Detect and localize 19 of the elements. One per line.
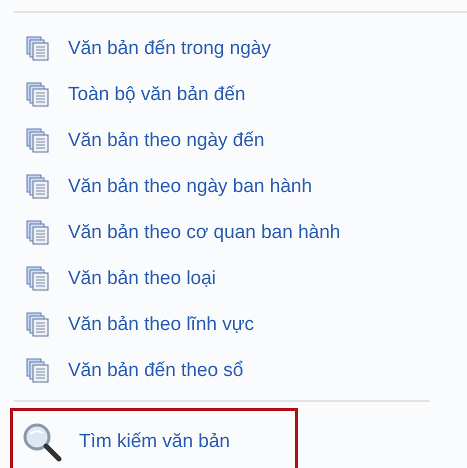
search-link-item[interactable]: Tìm kiếm văn bản <box>10 408 298 468</box>
documents-icon <box>26 82 50 108</box>
documents-icon <box>26 220 50 246</box>
menu-link[interactable]: Văn bản theo lĩnh vực <box>68 314 254 336</box>
documents-icon <box>26 312 50 338</box>
menu-link[interactable]: Văn bản theo loại <box>68 268 216 290</box>
menu-link[interactable]: Toàn bộ văn bản đến <box>68 84 246 106</box>
menu-link[interactable]: Văn bản theo cơ quan ban hành <box>68 222 340 244</box>
menu-link[interactable]: Văn bản đến trong ngày <box>68 38 271 60</box>
documents-icon <box>26 36 50 62</box>
documents-icon <box>26 128 50 154</box>
menu-link[interactable]: Văn bản theo ngày đến <box>68 130 265 152</box>
menu-link[interactable]: Văn bản theo ngày ban hành <box>68 176 312 198</box>
documents-icon <box>26 174 50 200</box>
menu-link[interactable]: Văn bản đến theo sổ <box>68 360 244 382</box>
documents-icon <box>26 266 50 292</box>
magnifier-icon <box>21 420 63 462</box>
search-link[interactable]: Tìm kiếm văn bản <box>79 430 230 452</box>
documents-icon <box>26 358 50 384</box>
